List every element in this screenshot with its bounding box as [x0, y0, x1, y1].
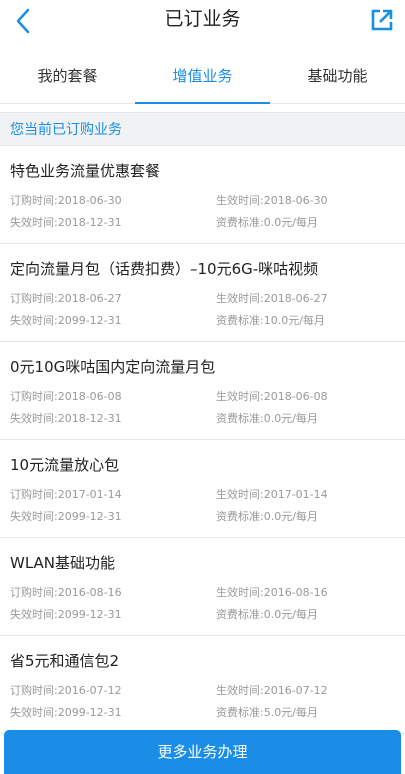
order-time: 订购时间:2016-08-16 [10, 586, 122, 599]
item-title: WLAN基础功能 [10, 554, 116, 572]
expire-time: 失效时间:2099-12-31 [10, 706, 122, 719]
section-header: 您当前已订购业务 [0, 112, 405, 146]
effective-time: 生效时间:2016-07-12 [216, 684, 328, 697]
more-services-button[interactable]: 更多业务办理 [4, 730, 401, 774]
fee: 资费标准:0.0元/每月 [216, 510, 318, 523]
list-item[interactable]: WLAN基础功能 订购时间:2016-08-16 生效时间:2016-08-16… [0, 538, 405, 636]
expire-time: 失效时间:2099-12-31 [10, 314, 122, 327]
list-item[interactable]: 特色业务流量优惠套餐 订购时间:2018-06-30 生效时间:2018-06-… [0, 146, 405, 244]
expire-time: 失效时间:2018-12-31 [10, 412, 122, 425]
tab-bar: 我的套餐 增值业务 基础功能 [0, 53, 405, 104]
expire-time: 失效时间:2099-12-31 [10, 510, 122, 523]
fee: 资费标准:0.0元/每月 [216, 216, 318, 229]
expire-time: 失效时间:2018-12-31 [10, 216, 122, 229]
fee: 资费标准:5.0元/每月 [216, 706, 318, 719]
fee: 资费标准:0.0元/每月 [216, 412, 318, 425]
effective-time: 生效时间:2017-01-14 [216, 488, 328, 501]
subscription-list: 特色业务流量优惠套餐 订购时间:2018-06-30 生效时间:2018-06-… [0, 146, 405, 734]
list-item[interactable]: 10元流量放心包 订购时间:2017-01-14 生效时间:2017-01-14… [0, 440, 405, 538]
effective-time: 生效时间:2018-06-27 [216, 292, 328, 305]
order-time: 订购时间:2017-01-14 [10, 488, 122, 501]
list-item[interactable]: 定向流量月包（话费扣费）–10元6G-咪咕视频 订购时间:2018-06-27 … [0, 244, 405, 342]
order-time: 订购时间:2018-06-08 [10, 390, 122, 403]
external-link-icon [371, 9, 393, 31]
item-title: 省5元和通信包2 [10, 652, 120, 670]
effective-time: 生效时间:2016-08-16 [216, 586, 328, 599]
tab-value-added[interactable]: 增值业务 [135, 53, 270, 104]
expire-time: 失效时间:2099-12-31 [10, 608, 122, 621]
tab-my-plan[interactable]: 我的套餐 [0, 53, 135, 103]
effective-time: 生效时间:2018-06-08 [216, 390, 328, 403]
order-time: 订购时间:2018-06-27 [10, 292, 122, 305]
share-button[interactable] [369, 7, 395, 33]
item-title: 10元流量放心包 [10, 456, 120, 474]
list-item[interactable]: 省5元和通信包2 订购时间:2016-07-12 生效时间:2016-07-12… [0, 636, 405, 734]
page-title: 已订业务 [164, 8, 241, 30]
tab-basic-functions[interactable]: 基础功能 [270, 53, 405, 103]
top-bar: 已订业务 [0, 0, 405, 46]
item-title: 特色业务流量优惠套餐 [10, 162, 161, 180]
section-title: 您当前已订购业务 [10, 122, 122, 138]
fee: 资费标准:0.0元/每月 [216, 608, 318, 621]
item-title: 0元10G咪咕国内定向流量月包 [10, 358, 216, 376]
item-title: 定向流量月包（话费扣费）–10元6G-咪咕视频 [10, 260, 319, 278]
effective-time: 生效时间:2018-06-30 [216, 194, 328, 207]
list-item[interactable]: 0元10G咪咕国内定向流量月包 订购时间:2018-06-08 生效时间:201… [0, 342, 405, 440]
order-time: 订购时间:2018-06-30 [10, 194, 122, 207]
fee: 资费标准:10.0元/每月 [216, 314, 325, 327]
order-time: 订购时间:2016-07-12 [10, 684, 122, 697]
